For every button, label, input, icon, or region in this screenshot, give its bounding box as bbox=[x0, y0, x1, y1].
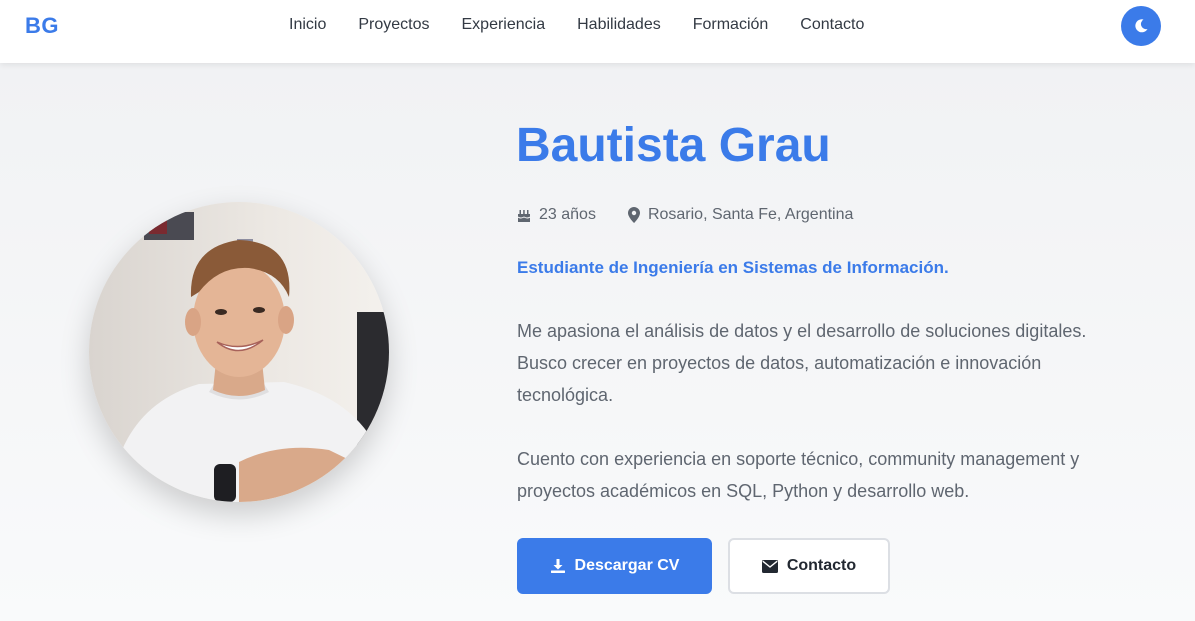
nav-link-contacto[interactable]: Contacto bbox=[800, 16, 864, 34]
nav-link-experiencia[interactable]: Experiencia bbox=[462, 16, 546, 34]
logo[interactable]: BG bbox=[25, 13, 59, 39]
contact-label: Contacto bbox=[786, 557, 857, 574]
moon-icon bbox=[1135, 19, 1148, 33]
download-cv-button[interactable]: Descargar CV bbox=[517, 538, 712, 594]
location-info: Rosario, Santa Fe, Argentina bbox=[627, 206, 854, 224]
nav-link-proyectos[interactable]: Proyectos bbox=[358, 16, 429, 34]
contact-button[interactable]: Contacto bbox=[728, 538, 890, 594]
age-info: 23 años bbox=[517, 206, 596, 224]
navbar: BG Inicio Proyectos Experiencia Habilida… bbox=[0, 0, 1195, 63]
avatar bbox=[89, 202, 389, 502]
age-text: 23 años bbox=[539, 206, 596, 223]
experience-paragraph: Cuento con experiencia en soporte técnic… bbox=[517, 449, 1080, 501]
profile-meta: 23 años Rosario, Santa Fe, Argentina bbox=[517, 206, 853, 224]
nav-link-formacion[interactable]: Formación bbox=[693, 16, 769, 34]
theme-toggle-button[interactable] bbox=[1121, 6, 1161, 46]
nav-link-inicio[interactable]: Inicio bbox=[289, 16, 326, 34]
location-pin-icon bbox=[627, 207, 640, 223]
intro-paragraph: Me apasiona el análisis de datos y el de… bbox=[517, 321, 1087, 405]
birthday-cake-icon bbox=[517, 209, 531, 222]
nav-links: Inicio Proyectos Experiencia Habilidades… bbox=[289, 16, 896, 34]
envelope-icon bbox=[761, 559, 778, 573]
role-subtitle: Estudiante de Ingeniería en Sistemas de … bbox=[517, 258, 949, 277]
download-icon bbox=[550, 559, 565, 573]
download-cv-label: Descargar CV bbox=[574, 557, 680, 574]
page-title: Bautista Grau bbox=[516, 119, 831, 172]
location-text: Rosario, Santa Fe, Argentina bbox=[647, 206, 854, 223]
nav-link-habilidades[interactable]: Habilidades bbox=[577, 16, 661, 34]
profile-photo bbox=[89, 202, 389, 502]
